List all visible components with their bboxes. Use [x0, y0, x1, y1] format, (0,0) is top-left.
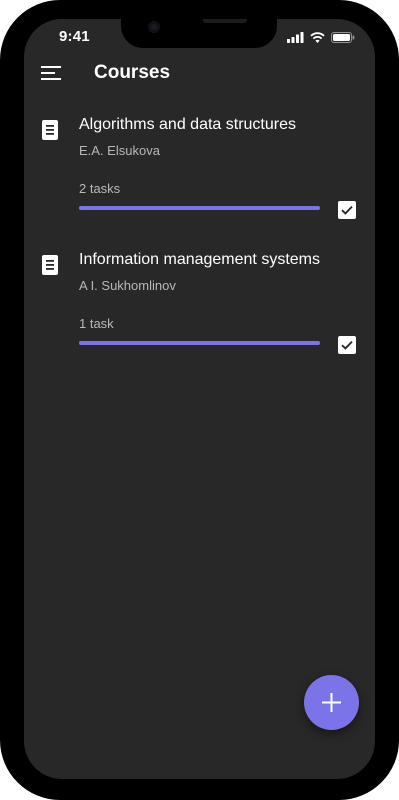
- power-button: [393, 162, 399, 246]
- course-card[interactable]: Algorithms and data structures E.A. Elsu…: [24, 112, 375, 232]
- check-icon: [341, 340, 353, 350]
- course-complete-checkbox[interactable]: [338, 201, 356, 219]
- status-icons: [287, 32, 355, 43]
- course-complete-checkbox[interactable]: [338, 336, 356, 354]
- plus-icon: [322, 693, 341, 712]
- course-card[interactable]: Information management systems A I. Sukh…: [24, 247, 375, 367]
- check-icon: [341, 205, 353, 215]
- status-time: 9:41: [59, 28, 90, 45]
- course-progress-fill: [79, 206, 320, 210]
- course-author: E.A. Elsukova: [79, 143, 160, 158]
- front-camera: [148, 21, 160, 33]
- course-title: Information management systems: [79, 251, 320, 268]
- add-course-button[interactable]: [304, 675, 359, 730]
- volume-up-button: [0, 118, 6, 150]
- notch: [121, 19, 277, 48]
- course-progress-bar: [79, 206, 320, 210]
- mute-switch: [0, 262, 6, 318]
- phone-frame: 9:41 Courses Algorithms and data structu…: [0, 0, 399, 800]
- app-screen: 9:41 Courses Algorithms and data structu…: [24, 19, 375, 779]
- app-bar: Courses: [24, 52, 375, 94]
- document-icon: [42, 120, 58, 140]
- course-progress-fill: [79, 341, 320, 345]
- volume-down-button: [0, 186, 6, 242]
- wifi-icon: [310, 32, 325, 43]
- speaker: [203, 19, 247, 23]
- course-author: A I. Sukhomlinov: [79, 278, 176, 293]
- document-icon: [42, 255, 58, 275]
- page-title: Courses: [94, 62, 171, 83]
- course-task-count: 1 task: [79, 316, 114, 331]
- menu-icon[interactable]: [41, 65, 61, 81]
- signal-icon: [287, 32, 304, 43]
- course-task-count: 2 tasks: [79, 181, 121, 196]
- course-progress-bar: [79, 341, 320, 345]
- battery-icon: [331, 32, 355, 43]
- course-title: Algorithms and data structures: [79, 116, 296, 133]
